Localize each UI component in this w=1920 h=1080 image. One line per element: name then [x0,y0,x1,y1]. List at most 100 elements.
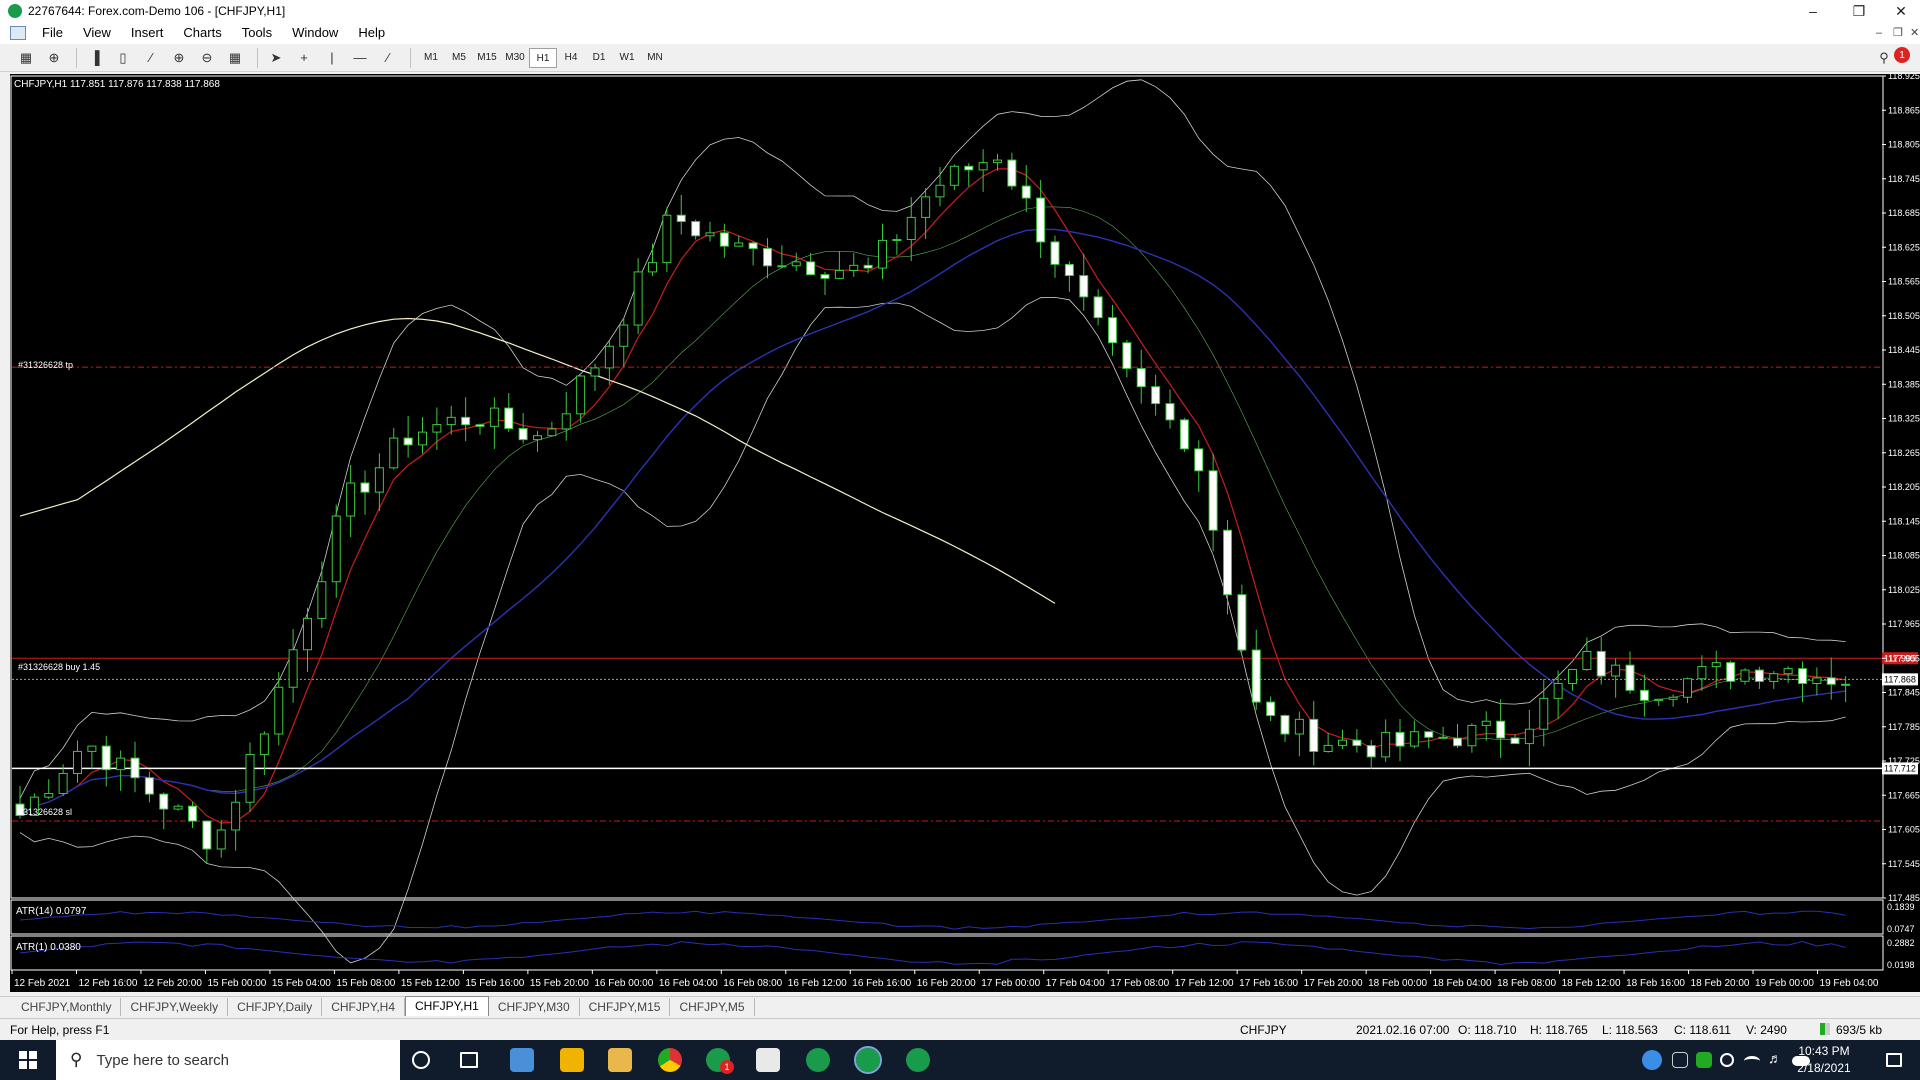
close-button[interactable]: ✕ [1882,0,1920,22]
status-bar: For Help, press F1 CHFJPY 2021.02.16 07:… [0,1018,1920,1040]
tray-icon[interactable] [1672,1052,1688,1068]
file-explorer-icon[interactable] [608,1048,632,1072]
timeframe-m30[interactable]: M30 [501,48,529,68]
bear-candle [518,428,528,441]
bull-candle [73,750,82,774]
bull-candle [245,754,255,803]
tab-chfjpy-m30[interactable]: CHFJPY,M30 [489,998,580,1016]
timeframe-mn[interactable]: MN [641,48,669,68]
toolbar-separator [410,47,411,68]
forex-app-icon[interactable] [806,1048,830,1072]
bear-candle [101,745,111,771]
child-minimize-button[interactable]: – [1876,22,1882,44]
crosshair-tool-icon[interactable]: + [292,47,316,69]
bull-candle [662,214,672,264]
chart-canvas[interactable]: 117.905117.868117.712 118.925118.865118.… [10,74,1920,992]
bull-candle [1683,678,1692,698]
price-label: 118.685 [1888,208,1920,218]
notification-icon[interactable]: 1 [1894,47,1910,63]
crosshair-icon[interactable]: ⊕ [42,47,66,69]
timeframe-m15[interactable]: M15 [473,48,501,68]
bull-candle [1539,697,1549,730]
candlestick-icon[interactable]: ▯ [111,47,135,69]
bear-candle [1151,386,1161,405]
price-label: 118.505 [1888,311,1920,321]
bear-candle [1021,185,1031,199]
bear-candle [1352,739,1362,747]
chart-tab-bar: CHFJPY,Monthly CHFJPY,Weekly CHFJPY,Dail… [0,996,1920,1016]
menu-charts[interactable]: Charts [173,22,231,44]
bar-chart-icon[interactable]: ▐ [83,47,107,69]
zoom-out-icon[interactable]: ⊖ [195,47,219,69]
child-close-button[interactable]: ✕ [1910,22,1919,44]
menu-file[interactable]: File [32,22,73,44]
cursor-icon[interactable]: ➤ [264,47,288,69]
bull-candle [331,515,341,583]
bull-candle [533,435,542,441]
bear-candle [1726,662,1736,682]
horizontal-line-icon[interactable]: — [348,47,372,69]
bear-candle [1625,664,1635,691]
price-label: 118.445 [1888,345,1920,355]
tab-chfjpy-monthly[interactable]: CHFJPY,Monthly [12,998,122,1016]
task-view-icon[interactable] [460,1052,478,1068]
chart-area[interactable]: 117.905 117.868 117.712 118.925 118.865 118.… [10,74,1920,992]
menu-view[interactable]: View [73,22,121,44]
timeframe-d1[interactable]: D1 [585,48,613,68]
tab-chfjpy-m15[interactable]: CHFJPY,M15 [580,998,671,1016]
tab-chfjpy-h1[interactable]: CHFJPY,H1 [405,996,489,1016]
trading-app-icon[interactable] [756,1048,780,1072]
timeframe-h4[interactable]: H4 [557,48,585,68]
timeframe-m5[interactable]: M5 [445,48,473,68]
start-button[interactable] [0,1040,56,1080]
bull-candle [1568,668,1577,685]
menu-insert[interactable]: Insert [121,22,174,44]
wifi-icon[interactable] [1744,1056,1760,1066]
line-chart-icon[interactable]: ∕ [139,47,163,69]
restore-button[interactable]: ❐ [1836,0,1882,22]
new-chart-icon[interactable]: ▦ [14,47,38,69]
timeframe-w1[interactable]: W1 [613,48,641,68]
security-icon[interactable] [1696,1052,1712,1068]
time-label: 18 Feb 00:00 [1368,978,1427,989]
tab-chfjpy-h4[interactable]: CHFJPY,H4 [322,998,406,1016]
tile-windows-icon[interactable]: ▦ [223,47,247,69]
bull-candle [432,424,442,433]
timeframe-h1[interactable]: H1 [529,47,557,68]
trendline-icon[interactable]: ∕ [376,47,400,69]
tab-chfjpy-weekly[interactable]: CHFJPY,Weekly [121,998,229,1016]
clock[interactable]: 10:43 PM 2/18/2021 [1784,1043,1864,1077]
vertical-line-icon[interactable]: | [320,47,344,69]
current-price-tag: 117.868 [1884,674,1916,684]
tab-chfjpy-daily[interactable]: CHFJPY,Daily [228,998,323,1016]
cortana-icon[interactable] [412,1051,430,1069]
chrome-icon[interactable] [658,1048,682,1072]
time-label: 15 Feb 20:00 [530,978,589,989]
help-icon[interactable] [1642,1050,1662,1070]
tab-chfjpy-m5[interactable]: CHFJPY,M5 [670,998,755,1016]
powershell-icon[interactable] [560,1048,584,1072]
timeframe-m1[interactable]: M1 [417,48,445,68]
search-icon[interactable]: ⚲ [1872,47,1896,69]
forex-app-active-icon[interactable] [854,1046,882,1074]
menu-help[interactable]: Help [348,22,395,44]
bear-candle [188,805,197,822]
sync-icon[interactable] [1720,1053,1734,1067]
bull-candle [878,239,887,269]
price-label: 117.845 [1888,688,1920,698]
bear-candle [964,165,974,171]
forex-app-icon-2[interactable] [906,1048,930,1072]
desktop-app-icon[interactable] [510,1048,534,1072]
minimize-button[interactable]: – [1790,0,1836,22]
chart-window-icon[interactable] [10,26,26,40]
zoom-in-icon[interactable]: ⊕ [167,47,191,69]
bear-candle [1395,731,1405,747]
menu-window[interactable]: Window [282,22,348,44]
action-center-icon[interactable] [1886,1053,1902,1067]
child-restore-button[interactable]: ❐ [1893,22,1903,44]
taskbar-search-box[interactable]: ⚲ Type here to search [56,1040,400,1080]
menu-tools[interactable]: Tools [232,22,282,44]
bull-candle [993,159,1002,164]
bear-candle [159,793,169,810]
status-open: O: 118.710 [1458,1023,1517,1037]
